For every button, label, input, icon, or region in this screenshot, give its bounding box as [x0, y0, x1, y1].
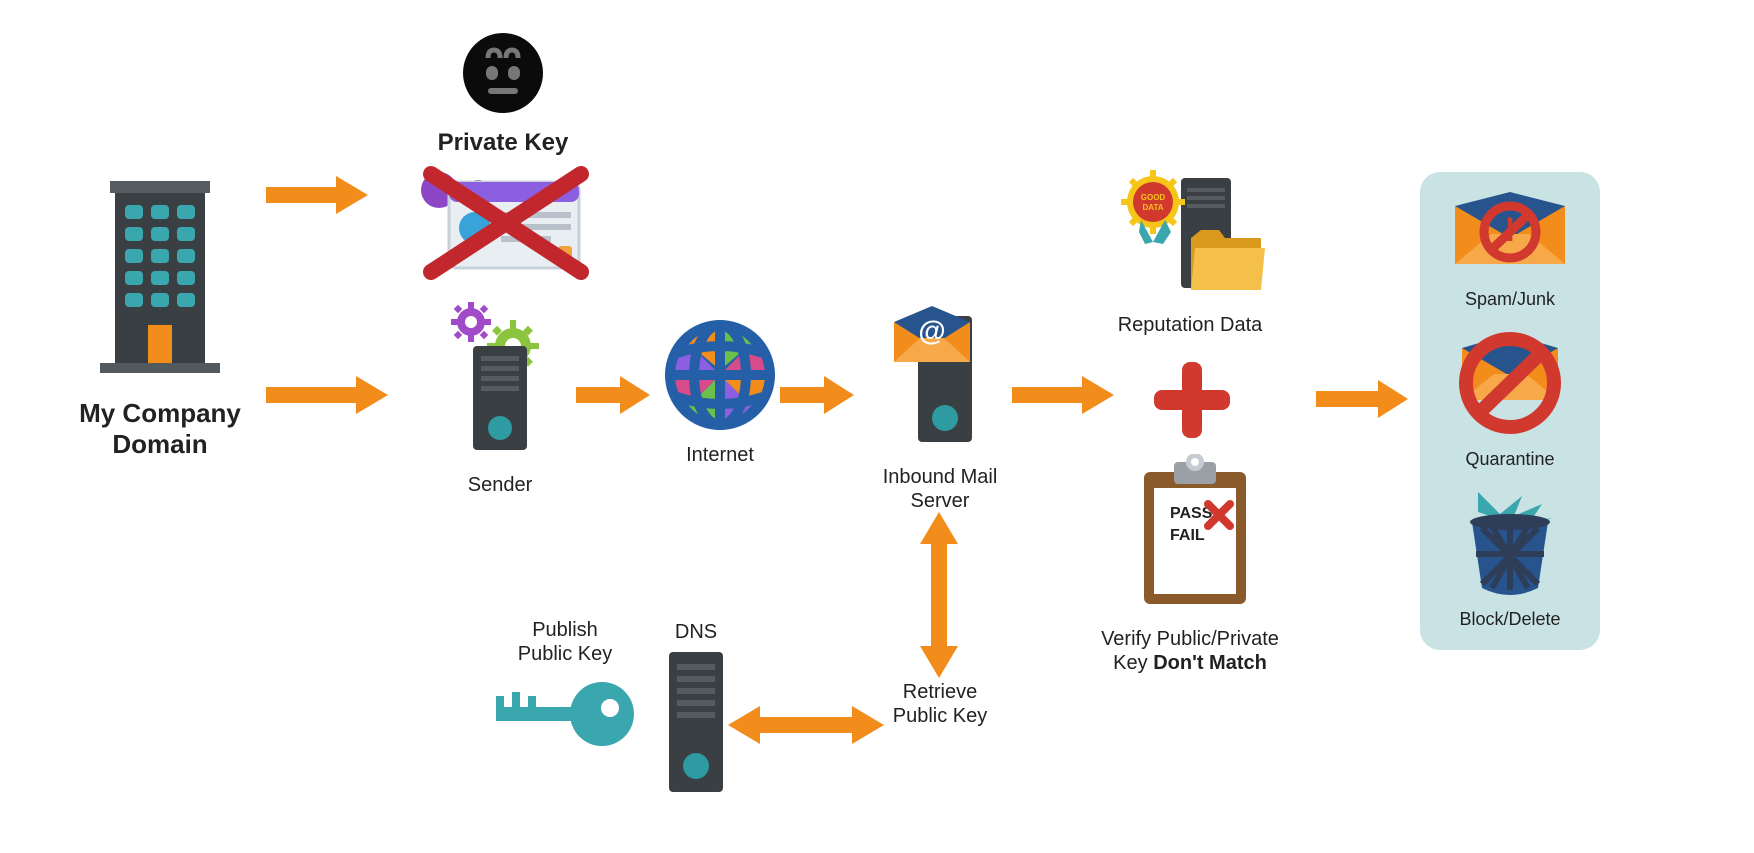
building-icon: [90, 175, 230, 385]
outcome-quarantine-label: Quarantine: [1450, 449, 1570, 470]
svg-text:@: @: [918, 315, 945, 346]
company-domain-label: My Company Domain: [60, 398, 260, 460]
sender-label: Sender: [420, 473, 580, 497]
outcome-quarantine: Quarantine: [1450, 328, 1570, 470]
retrieve-key-label: Retrieve Public Key: [875, 680, 1005, 728]
badge-text-1: GOOD: [1141, 193, 1166, 202]
key-icon: [490, 674, 640, 754]
spam-envelope-icon: !: [1455, 192, 1565, 278]
reputation-node: GOOD DATA Reputation Data: [1080, 170, 1300, 337]
dns-server-icon: [661, 648, 731, 798]
svg-text:FAIL: FAIL: [1170, 527, 1205, 544]
company-domain-node: My Company Domain: [60, 175, 260, 460]
dns-label: DNS: [636, 620, 756, 644]
outcome-block-label: Block/Delete: [1459, 609, 1560, 630]
badge-text-2: DATA: [1142, 203, 1163, 212]
arrow-dns-horizontal: [726, 700, 886, 750]
verify-node: PASS FAIL Verify Public/Private Key Don'…: [1085, 454, 1305, 675]
trash-icon: [1460, 488, 1560, 598]
inbound-mail-node: @ Inbound Mail Server: [855, 302, 1025, 513]
private-key-label: Private Key: [398, 129, 608, 158]
arrow-sender-to-internet: [572, 370, 652, 420]
verify-label: Verify Public/Private Key Don't Match: [1085, 627, 1295, 675]
arrow-company-to-private: [262, 170, 372, 220]
plus-icon: [1150, 358, 1234, 447]
server-gears-icon: [435, 300, 565, 460]
sender-node: Sender: [420, 300, 580, 497]
arrow-internet-to-inbound: [776, 370, 856, 420]
internet-label: Internet: [650, 443, 790, 467]
svg-text:!: !: [1504, 211, 1515, 249]
reputation-icon: GOOD DATA: [1105, 170, 1275, 300]
internet-node: Internet: [650, 320, 790, 467]
outcomes-panel: ! Spam/Junk Quarantine Block/Delete: [1420, 172, 1600, 650]
arrow-inbound-dns-vertical: [914, 510, 964, 680]
id-card-crossed-icon: [413, 160, 593, 280]
outcome-block: Block/Delete: [1459, 488, 1560, 630]
arrow-company-to-sender: [262, 370, 392, 420]
globe-icon: [665, 320, 775, 430]
quarantine-icon: [1450, 328, 1570, 438]
private-key-node: Private Key: [398, 30, 608, 285]
arrow-to-outcomes: [1312, 374, 1412, 424]
mail-server-icon: @: [880, 302, 1000, 452]
face-neutral-icon: [460, 30, 546, 116]
publish-key-label: Publish Public Key: [505, 618, 625, 666]
reputation-label: Reputation Data: [1080, 313, 1300, 337]
clipboard-fail-icon: PASS FAIL: [1130, 454, 1260, 614]
inbound-mail-label: Inbound Mail Server: [865, 465, 1015, 513]
publish-key-node: Publish Public Key: [480, 618, 650, 759]
arrow-inbound-to-combo: [1008, 370, 1118, 420]
outcome-spam: ! Spam/Junk: [1455, 192, 1565, 310]
outcome-spam-label: Spam/Junk: [1455, 289, 1565, 310]
